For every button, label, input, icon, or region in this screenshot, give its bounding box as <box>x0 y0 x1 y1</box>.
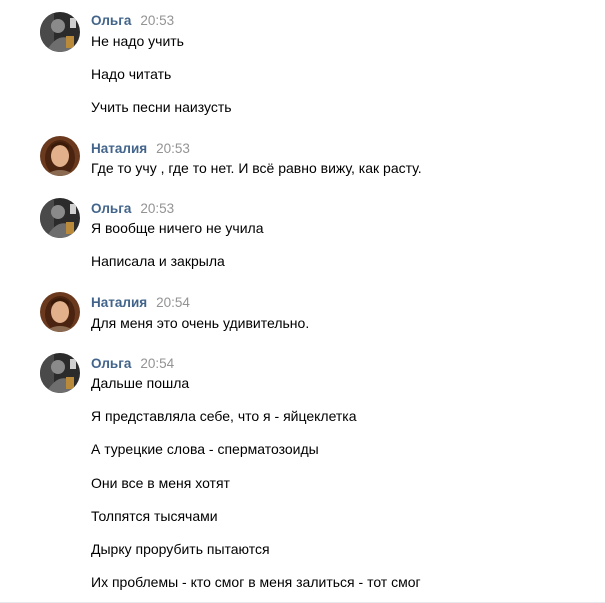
author-name[interactable]: Наталия <box>91 141 147 156</box>
message-text: Где то учу , где то нет. И всё равно виж… <box>91 160 422 176</box>
message-text: Они все в меня хотят <box>91 475 230 491</box>
chat-history[interactable]: Ольга 20:53 Не надо учить Надо читать Учи… <box>0 0 605 603</box>
message-time[interactable]: 20:53 <box>140 13 174 28</box>
message-text: Надо читать <box>91 66 172 82</box>
message-time[interactable]: 20:54 <box>156 295 190 310</box>
author-name[interactable]: Наталия <box>91 295 147 310</box>
avatar[interactable] <box>40 12 80 52</box>
message-text: Я представляла себе, что я - яйцеклетка <box>91 408 357 424</box>
avatar[interactable] <box>40 292 80 332</box>
message-header: Наталия 20:53 <box>91 140 190 158</box>
message-text: А турецкие слова - сперматозоиды <box>91 441 319 457</box>
author-name[interactable]: Ольга <box>91 13 131 28</box>
message-text: Дырку прорубить пытаются <box>91 541 270 557</box>
message-time[interactable]: 20:53 <box>156 141 190 156</box>
message-text: Их проблемы - кто смог в меня залиться -… <box>91 574 421 590</box>
message-text: Учить песни наизусть <box>91 99 232 115</box>
message-header: Ольга 20:54 <box>91 355 174 373</box>
author-name[interactable]: Ольга <box>91 356 131 371</box>
message-text: Толпятся тысячами <box>91 508 218 524</box>
message-text: Не надо учить <box>91 33 184 49</box>
message-text: Для меня это очень удивительно. <box>91 315 310 331</box>
avatar[interactable] <box>40 198 80 238</box>
message-time[interactable]: 20:53 <box>140 201 174 216</box>
message-time[interactable]: 20:54 <box>140 356 174 371</box>
message-text: Дальше пошла <box>91 375 190 391</box>
author-name[interactable]: Ольга <box>91 201 131 216</box>
message-text: Написала и закрыла <box>91 253 225 269</box>
avatar[interactable] <box>40 136 80 176</box>
message-text: Я вообще ничего не учила <box>91 220 264 236</box>
message-header: Наталия 20:54 <box>91 294 190 312</box>
message-header: Ольга 20:53 <box>91 12 174 30</box>
avatar[interactable] <box>40 353 80 393</box>
message-header: Ольга 20:53 <box>91 200 174 218</box>
